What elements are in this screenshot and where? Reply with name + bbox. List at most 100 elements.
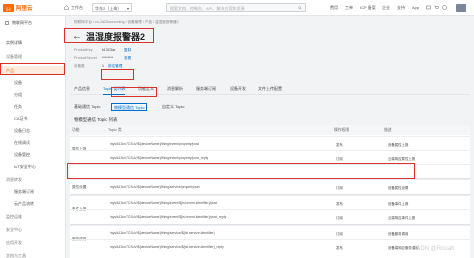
- product-tabs: 产品信息 Topic 类列表 功能定义 消息解析 服务端订阅 设备开发 文件上传…: [70, 85, 470, 95]
- subtab-custom-topic[interactable]: 自定义 Topic: [160, 103, 186, 111]
- sidebar-item-label: 消息转发: [6, 177, 22, 182]
- sidebar-item-ca-cert[interactable]: CA证书: [0, 114, 66, 123]
- tab-file-upload-config[interactable]: 文件上传配置: [258, 86, 282, 92]
- top-link-ticket[interactable]: 工单: [345, 5, 353, 11]
- page-title: 温湿度报警器2: [86, 32, 146, 42]
- sidebar-group-message-forwarding[interactable]: 消息转发: [0, 175, 66, 184]
- tab-server-subscription[interactable]: 服务端订阅: [196, 86, 216, 92]
- permission-cell: 订阅: [336, 186, 343, 190]
- top-link-icp[interactable]: ICP 备案: [360, 5, 376, 11]
- column-header-function: 功能: [70, 125, 106, 135]
- search-input[interactable]: 搜索文档、控制台、API、解决方案和资源: [166, 3, 306, 12]
- sidebar-group-docs-tools[interactable]: 文档与工具: [0, 251, 66, 258]
- permission-cell: 发布: [336, 202, 343, 206]
- tab-product-info[interactable]: 产品信息: [74, 86, 90, 92]
- sidebar-item-label: 设备日志: [14, 128, 30, 133]
- sidebar-item-device-control[interactable]: 设备管控: [0, 150, 66, 159]
- sidebar-item-label: 安全中心: [6, 227, 22, 232]
- description-cell: 设备属性设置: [388, 186, 409, 190]
- description-cell: 设备属性上报: [388, 143, 409, 147]
- sidebar-item-label: IoT安全中心: [14, 164, 36, 169]
- sidebar-item-device-log[interactable]: 设备日志: [0, 126, 66, 135]
- sidebar-item-label: 分组: [14, 92, 22, 97]
- table-row: /sys/k13cn7CSuV/${deviceName}/thing/even…: [70, 195, 470, 209]
- tab-device-development[interactable]: 设备开发: [230, 86, 246, 92]
- copy-product-key-link[interactable]: 复制: [124, 48, 131, 53]
- sidebar-item-task[interactable]: 任务: [0, 102, 66, 111]
- cart-icon[interactable]: [434, 5, 439, 10]
- sidebar-item-cloud-product-flow[interactable]: 云产品流转: [0, 199, 66, 208]
- watermark: CSDN @Rnoah: [412, 246, 455, 252]
- search-placeholder: 搜索文档、控制台、API、解决方案和资源: [170, 5, 245, 11]
- sidebar-item-instance-detail[interactable]: 实例详情: [0, 38, 66, 47]
- top-link-fee[interactable]: 费用: [330, 5, 338, 11]
- sidebar-item-label: 应用开发: [6, 240, 22, 245]
- help-icon[interactable]: [442, 5, 447, 10]
- product-key-value: k13C5ar: [102, 48, 116, 52]
- table-row: /sys/k13cn7CSuV/${deviceName}/thing/even…: [70, 150, 470, 164]
- description-cell: 云端响应属性上报: [388, 157, 416, 161]
- sidebar-item-product[interactable]: 产品: [0, 66, 66, 75]
- column-header-description: 描述: [382, 125, 470, 135]
- sidebar-item-group[interactable]: 分组: [0, 90, 66, 99]
- top-link-app[interactable]: App: [412, 5, 419, 10]
- subtab-basic-topic[interactable]: 基础通信 Topic: [72, 103, 102, 111]
- home-icon[interactable]: [64, 5, 69, 10]
- search-icon: [298, 5, 302, 11]
- sidebar-item-iot-security[interactable]: IoT安全中心: [0, 162, 66, 171]
- sidebar-item-label: 产品: [6, 68, 14, 73]
- sidebar-item-label: CA证书: [14, 116, 28, 121]
- section-title: 物模型通信 Topic 列表: [74, 117, 118, 122]
- permission-cell: 发布: [336, 246, 343, 250]
- description-cell: 云端响应事件上报: [388, 216, 416, 220]
- avatar[interactable]: [456, 4, 466, 12]
- aliyun-logo[interactable]: [-] 阿里云: [3, 3, 41, 13]
- sidebar-item-online-debug[interactable]: 在线调试: [0, 138, 66, 147]
- sidebar-group-app-development[interactable]: 应用开发: [0, 238, 66, 247]
- table-row: /sys/k13cn7CSuV/${deviceName}/thing/serv…: [70, 239, 470, 253]
- region-value: 华东2（上海）: [95, 5, 122, 11]
- chevron-down-icon: ▾: [126, 5, 129, 11]
- sidebar-item-device[interactable]: 设备: [0, 78, 66, 87]
- table-row-property-set: 属性设置 /sys/k13cn7CSuV/${deviceName}/thing…: [70, 179, 470, 194]
- sidebar-item-server-subscription[interactable]: 服务端订阅: [0, 187, 66, 196]
- sidebar-group-monitoring[interactable]: 监控运维: [0, 212, 66, 221]
- table-row: /sys/k13cn7CSuV/${deviceName}/thing/even…: [70, 136, 470, 150]
- permission-cell: 发布: [336, 143, 343, 147]
- topic-table: 功能 Topic 类 操作权限 描述 /sys/k13cn7CSuV/${dev…: [70, 125, 470, 258]
- tab-topic-list[interactable]: Topic 类列表: [103, 86, 126, 95]
- back-arrow-icon[interactable]: ←: [72, 31, 82, 42]
- topic-cell: /sys/k13cn7CSuV/${deviceName}/thing/even…: [110, 201, 218, 205]
- tab-function-definition[interactable]: 功能定义: [138, 86, 154, 92]
- subtab-thing-model-topic[interactable]: 物模型通信 Topic: [111, 103, 148, 111]
- sidebar: 物联网平台 实例详情 设备管理 产品 设备 分组 任务 CA证书 设备日志 在线…: [0, 16, 66, 258]
- page-header: ← 温湿度报警器2: [72, 30, 145, 43]
- logo-text: 阿里云: [16, 6, 33, 12]
- topic-cell: /sys/k13cn7CSuV/${deviceName}/thing/serv…: [110, 245, 224, 249]
- manage-devices-link[interactable]: 前往管理: [108, 64, 122, 69]
- tab-message-parsing[interactable]: 消息解析: [167, 86, 183, 92]
- region-select[interactable]: 华东2（上海） ▾: [92, 3, 132, 12]
- workspace-link[interactable]: 工作台: [71, 5, 83, 11]
- product-secret-label: ProductSecret: [74, 56, 97, 60]
- sidebar-group-security-center[interactable]: 安全中心: [0, 225, 66, 234]
- column-header-topic: Topic 类: [106, 125, 332, 135]
- table-row: [70, 164, 470, 178]
- top-link-support[interactable]: 支持: [397, 5, 405, 11]
- sidebar-item-iot-platform[interactable]: 物联网平台: [0, 18, 66, 27]
- back-icon: [5, 20, 9, 25]
- breadcrumb[interactable]: 物联网平台 / cn-2d23xxxxxxkng / 设备管理 / 产品 / 温…: [74, 20, 179, 25]
- device-count-label: 设备数: [74, 64, 85, 68]
- table-row: /sys/k13cn7CSuV/${deviceName}/thing/serv…: [70, 225, 470, 239]
- top-link-enterprise[interactable]: 企业: [382, 5, 390, 11]
- topic-cell: /sys/k13cn7CSuV/${deviceName}/thing/serv…: [110, 185, 200, 189]
- view-secret-link[interactable]: 查看: [124, 56, 131, 61]
- sidebar-item-label: 监控运维: [6, 214, 22, 219]
- permission-cell: 订阅: [336, 232, 343, 236]
- message-icon[interactable]: [426, 5, 431, 10]
- product-secret-value: ********: [102, 56, 114, 60]
- main-content: 物联网平台 / cn-2d23xxxxxxkng / 设备管理 / 产品 / 温…: [68, 16, 474, 258]
- sidebar-item-label: 设备管控: [14, 152, 30, 157]
- description-cell: 设备事件上报: [388, 202, 409, 206]
- sidebar-group-device-management[interactable]: 设备管理: [0, 52, 66, 61]
